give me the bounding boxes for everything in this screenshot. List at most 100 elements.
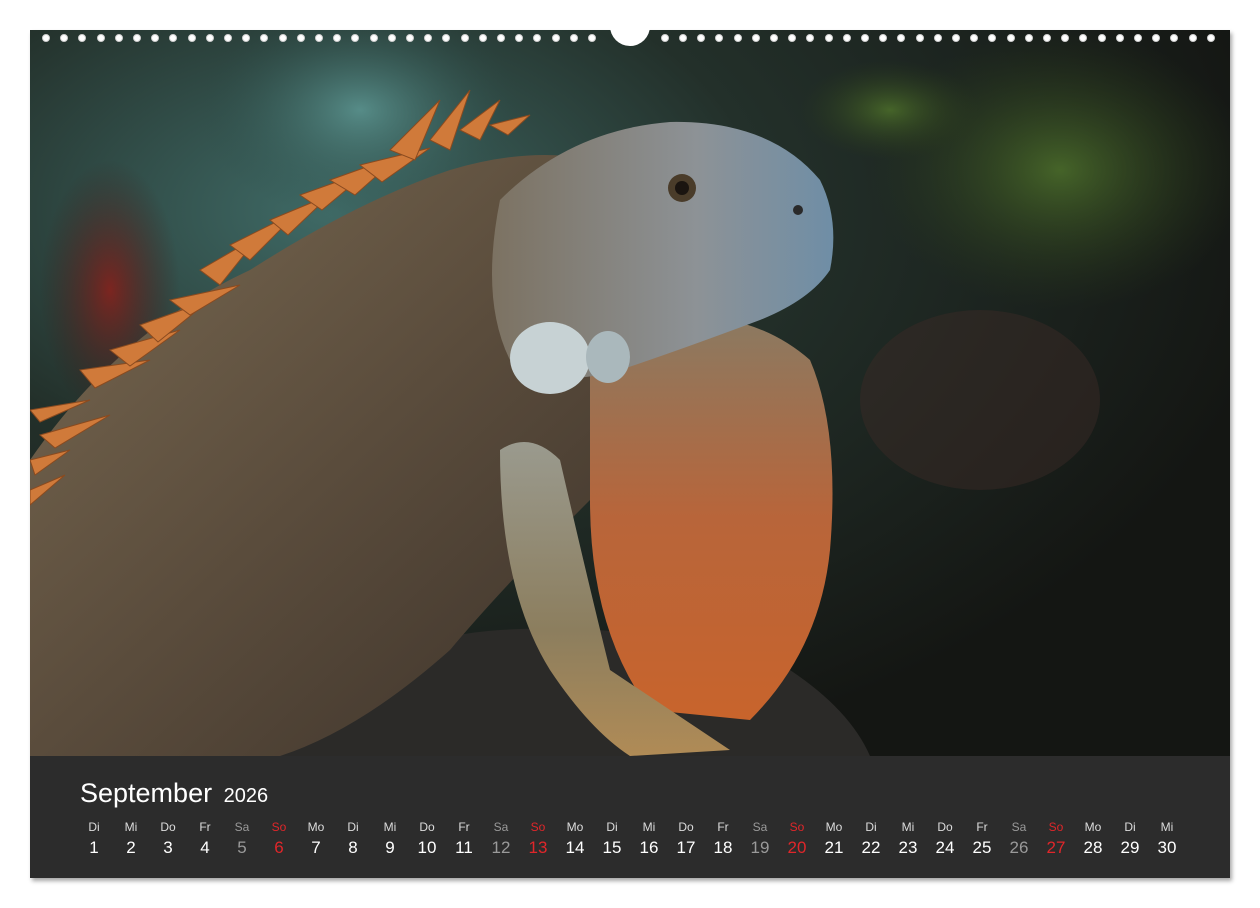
binding-hole: [133, 34, 141, 42]
month-name: September: [80, 778, 213, 808]
binding-hole: [770, 34, 778, 42]
hanger-hook: [610, 24, 650, 46]
weekday-label: So: [789, 820, 805, 834]
binding-hole: [278, 34, 287, 42]
binding-hole: [114, 34, 123, 42]
day-number: 29: [1120, 838, 1140, 857]
day-number: 12: [491, 838, 511, 857]
day-number: 7: [311, 838, 321, 857]
weekday-label: Fr: [458, 820, 470, 834]
binding-hole: [952, 34, 960, 42]
spiral-binding: [30, 24, 1230, 46]
binding-hole: [1024, 34, 1033, 42]
day-cell: Di 1: [76, 820, 112, 858]
binding-hole: [1206, 34, 1215, 42]
binding-hole: [1097, 34, 1106, 42]
day-cell: Mo 28: [1075, 820, 1111, 858]
binding-hole: [1006, 34, 1015, 42]
binding-hole: [788, 34, 797, 42]
binding-hole: [879, 34, 888, 42]
weekday-label: Mi: [901, 820, 915, 834]
day-cell: Mi 30: [1149, 820, 1185, 858]
binding-hole: [1134, 34, 1142, 42]
binding-hole: [60, 34, 69, 42]
calendar-page: September 2026 Di 1 Mi 2 Do 3 Fr 4 Sa 5 So 6 Mo 7 Di 8 M…: [30, 30, 1230, 878]
binding-hole: [988, 34, 997, 42]
year-label: 2026: [223, 785, 269, 807]
binding-hole: [569, 34, 578, 42]
day-number: 19: [750, 838, 770, 857]
day-cell: So 13: [520, 820, 556, 858]
day-cell: Di 22: [853, 820, 889, 858]
day-number: 8: [348, 838, 358, 857]
weekday-label: Mo: [825, 820, 843, 834]
binding-hole: [1115, 34, 1124, 42]
day-number: 15: [602, 838, 622, 857]
binding-hole: [842, 34, 851, 42]
day-cell: Do 10: [409, 820, 445, 858]
day-cell: So 27: [1038, 820, 1074, 858]
day-cell: Sa 26: [1001, 820, 1037, 858]
binding-hole: [588, 34, 596, 42]
weekday-label: Mo: [1084, 820, 1102, 834]
weekday-label: Do: [678, 820, 694, 834]
binding-hole: [1152, 34, 1161, 42]
weekday-label: Sa: [1011, 820, 1027, 834]
iguana-illustration: [30, 30, 1230, 756]
binding-hole: [296, 34, 305, 42]
day-cell: Mo 21: [816, 820, 852, 858]
binding-hole: [1061, 34, 1070, 42]
day-number: 25: [972, 838, 992, 857]
day-cell: Fr 11: [446, 820, 482, 858]
day-cell: Di 15: [594, 820, 630, 858]
weekday-label: Di: [347, 820, 359, 834]
weekday-label: Do: [937, 820, 953, 834]
weekday-label: Do: [419, 820, 435, 834]
weekday-label: Di: [606, 820, 618, 834]
binding-hole: [806, 34, 815, 42]
day-number: 11: [455, 838, 473, 857]
binding-hole: [96, 34, 105, 42]
day-number: 30: [1157, 838, 1177, 857]
weekday-label: Mi: [124, 820, 138, 834]
binding-hole: [1170, 34, 1179, 42]
day-cell: Sa 19: [742, 820, 778, 858]
binding-hole: [224, 34, 232, 42]
weekday-label: So: [530, 820, 546, 834]
binding-hole: [369, 34, 378, 42]
weekday-label: Di: [1124, 820, 1136, 834]
binding-hole: [42, 34, 50, 42]
weekday-label: Mo: [307, 820, 325, 834]
day-cell: Mo 14: [557, 820, 593, 858]
day-number: 27: [1046, 838, 1066, 857]
day-number: 6: [274, 838, 284, 857]
binding-hole: [333, 34, 342, 42]
binding-hole: [551, 34, 560, 42]
binding-hole: [387, 34, 396, 42]
binding-hole: [824, 34, 833, 42]
day-number: 16: [639, 838, 659, 857]
iguana-photo: [30, 30, 1230, 756]
day-number: 23: [898, 838, 918, 857]
binding-hole: [679, 34, 687, 42]
day-number: 3: [163, 838, 173, 857]
binding-hole: [897, 34, 906, 42]
weekday-label: Do: [160, 820, 176, 834]
day-number: 21: [824, 838, 844, 857]
weekday-label: Di: [865, 820, 877, 834]
day-cell: Fr 4: [187, 820, 223, 858]
day-number: 28: [1083, 838, 1103, 857]
binding-hole: [260, 34, 269, 42]
binding-hole: [169, 34, 178, 42]
binding-hole: [242, 34, 251, 42]
day-cell: Sa 5: [224, 820, 260, 858]
day-number: 2: [126, 838, 136, 857]
binding-hole: [933, 34, 942, 42]
binding-hole: [915, 34, 924, 42]
day-number: 13: [528, 838, 548, 857]
day-number: 1: [89, 838, 99, 857]
binding-hole: [1188, 34, 1197, 42]
month-title: September 2026: [80, 778, 268, 809]
day-number: 17: [676, 838, 696, 857]
binding-hole: [751, 34, 760, 42]
